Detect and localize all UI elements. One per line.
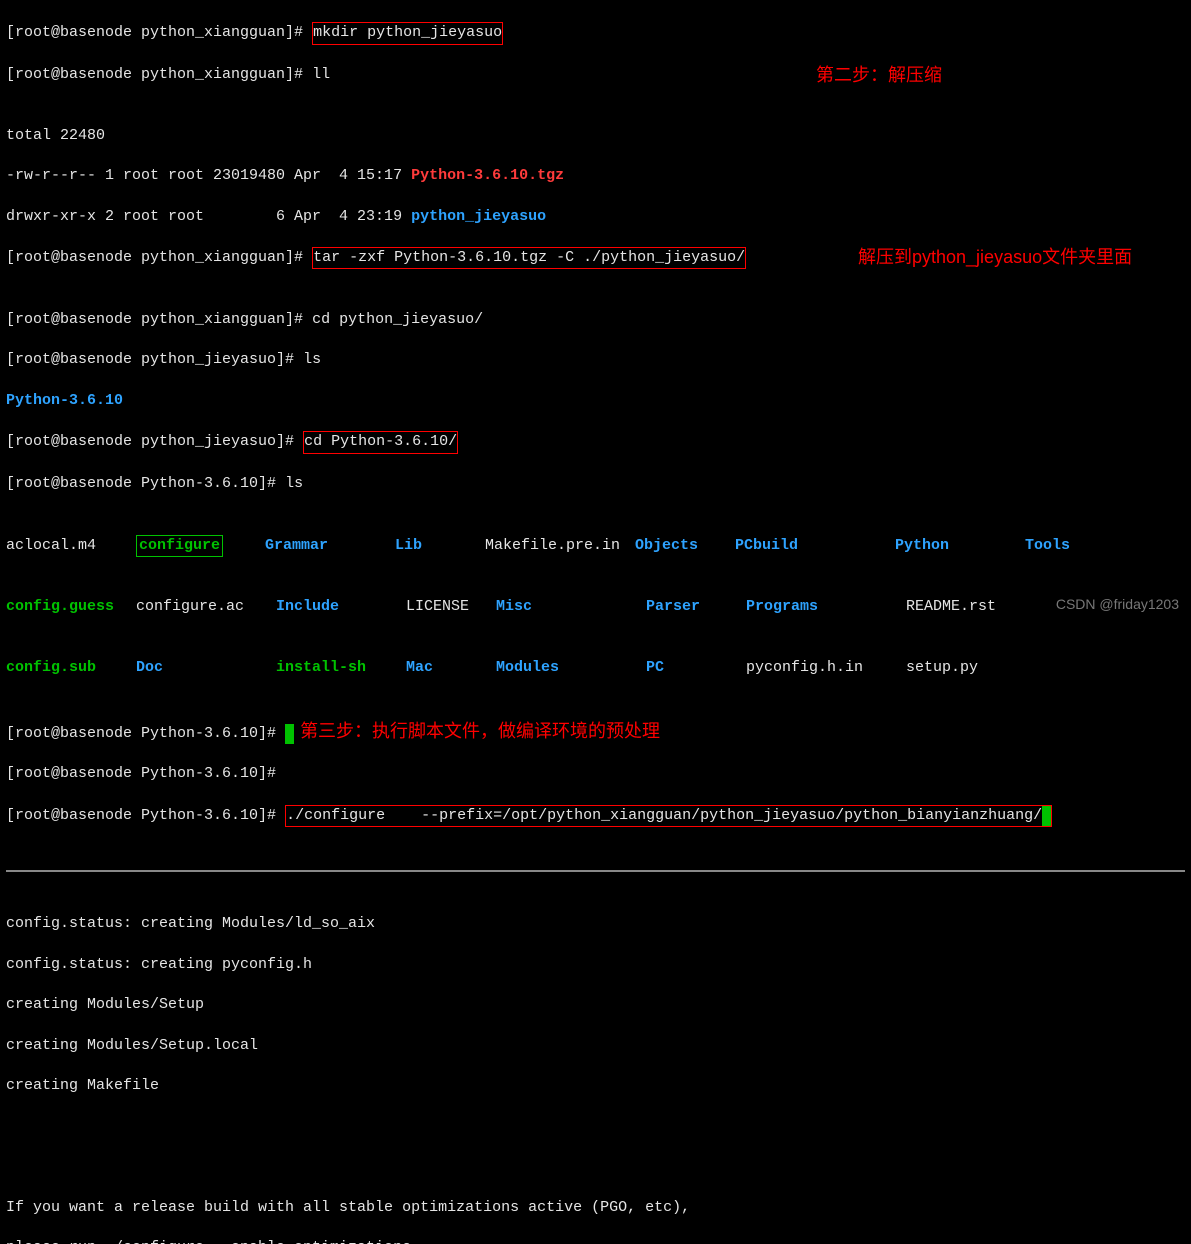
prompt: [root@basenode Python-3.6.10]#: [6, 475, 276, 492]
cmd-ll: ll: [312, 66, 330, 83]
cmd-ls2: ls: [285, 475, 303, 492]
cmd-configure: ./configure --prefix=/opt/python_xianggu…: [285, 805, 1052, 827]
output-line: please run ./configure --enable-optimiza…: [6, 1238, 1185, 1244]
ls-grid-row3: config.subDocinstall-shMacModulesPCpycon…: [6, 658, 1185, 678]
prompt: [root@basenode python_xiangguan]#: [6, 66, 303, 83]
ls-grid-row2: config.guessconfigure.acIncludeLICENSEMi…: [6, 597, 1185, 617]
annotation-step3: 第三步：执行脚本文件，做编译环境的预处理: [300, 721, 660, 741]
ls-total: total 22480: [6, 126, 1185, 146]
cmd-tar: tar -zxf Python-3.6.10.tgz -C ./python_j…: [312, 247, 746, 269]
prompt: [root@basenode python_jieyasuo]#: [6, 351, 294, 368]
dir-jieyasuo: python_jieyasuo: [411, 208, 546, 225]
annotation-step2: 第二步：解压缩: [816, 63, 942, 87]
ls-grid-row1: aclocal.m4configureGrammarLibMakefile.pr…: [6, 535, 1185, 557]
prompt: [root@basenode Python-3.6.10]#: [6, 765, 276, 782]
watermark: CSDN @friday1203: [1056, 595, 1179, 614]
prompt: [root@basenode python_xiangguan]#: [6, 249, 303, 266]
output-line: If you want a release build with all sta…: [6, 1198, 1185, 1218]
prompt: [root@basenode python_jieyasuo]#: [6, 433, 294, 450]
file-configure: configure: [136, 535, 223, 557]
cmd-cd-jieyasuo: cd python_jieyasuo/: [312, 311, 483, 328]
ls-row2-perm: drwxr-xr-x 2 root root 6 Apr 4 23:19: [6, 208, 411, 225]
output-line: creating Makefile: [6, 1076, 1185, 1096]
ls-row1-perm: -rw-r--r-- 1 root root 23019480 Apr 4 15…: [6, 167, 411, 184]
annotation-unzip-to: 解压到python_jieyasuo文件夹里面: [858, 245, 1132, 269]
prompt: [root@basenode python_xiangguan]#: [6, 311, 303, 328]
prompt: [root@basenode Python-3.6.10]#: [6, 807, 276, 824]
cmd-mkdir: mkdir python_jieyasuo: [312, 22, 503, 44]
output-line: config.status: creating Modules/ld_so_ai…: [6, 914, 1185, 934]
dir-python3610: Python-3.6.10: [6, 392, 123, 409]
terminal-output: [root@basenode python_xiangguan]# mkdir …: [0, 0, 1191, 1244]
cmd-cd-python: cd Python-3.6.10/: [303, 431, 458, 453]
file-tgz: Python-3.6.10.tgz: [411, 167, 564, 184]
output-line: creating Modules/Setup.local: [6, 1036, 1185, 1056]
cmd-ls: ls: [303, 351, 321, 368]
output-line: creating Modules/Setup: [6, 995, 1185, 1015]
cursor-icon: [285, 724, 294, 744]
prompt: [root@basenode python_xiangguan]#: [6, 24, 303, 41]
output-line: config.status: creating pyconfig.h: [6, 955, 1185, 975]
prompt: [root@basenode Python-3.6.10]#: [6, 725, 276, 742]
